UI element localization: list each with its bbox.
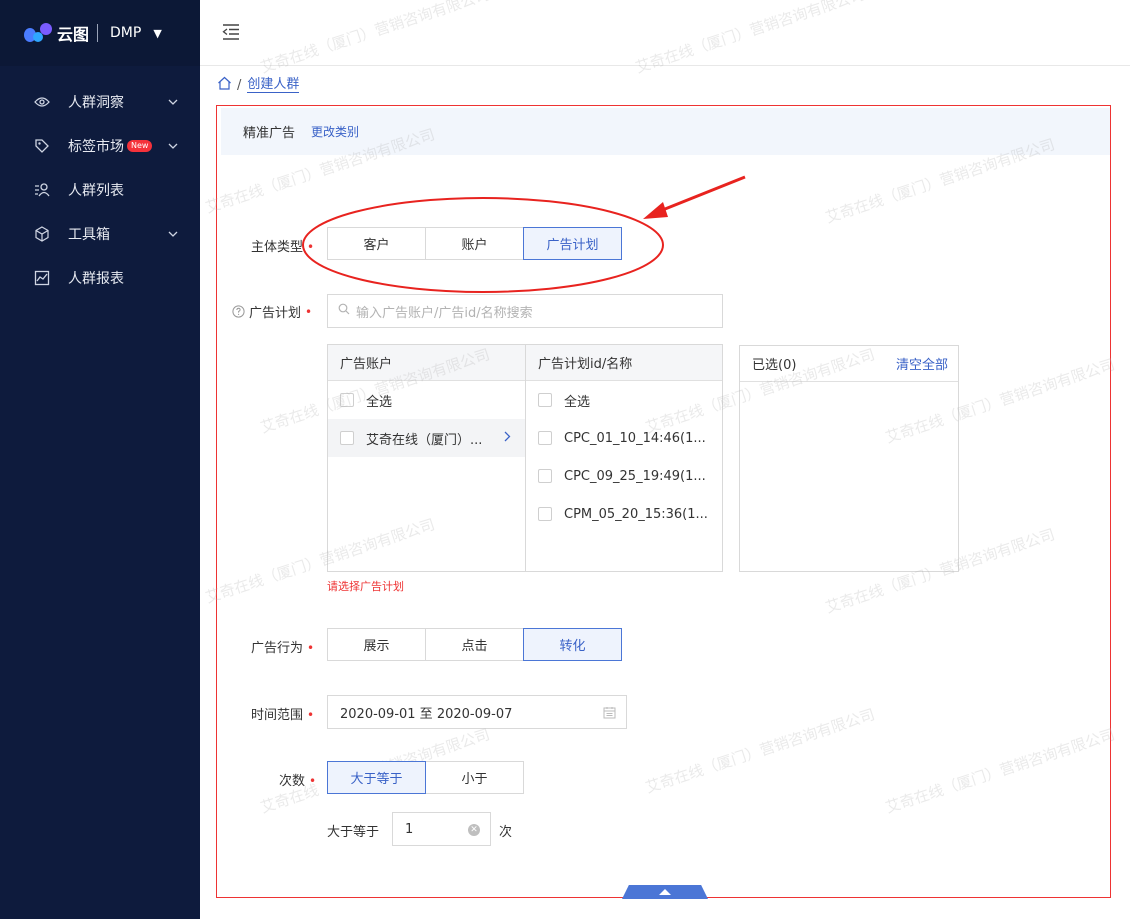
- chevron-down-icon: [168, 94, 178, 110]
- home-icon[interactable]: [217, 76, 232, 94]
- sidebar-item-label: 人群洞察: [68, 95, 124, 111]
- new-badge: New: [127, 140, 153, 152]
- sidebar-item-toolbox[interactable]: 工具箱: [0, 212, 200, 256]
- ad-plan-picker: 广告账户 全选 艾奇在线（厦门）... 广告计划id/名称 全选 CPC_01_…: [327, 344, 723, 572]
- checkbox[interactable]: [538, 393, 552, 407]
- ad-account-column-header: 广告账户: [328, 345, 525, 381]
- logo-divider: [97, 24, 99, 42]
- logo-text: 云图: [57, 25, 90, 44]
- ad-behavior-option-click[interactable]: 点击: [425, 628, 524, 661]
- ad-behavior-option-conversion[interactable]: 转化: [523, 628, 622, 661]
- list-item[interactable]: 艾奇在线（厦门）...: [328, 419, 525, 457]
- top-bar: [200, 0, 1130, 66]
- checkbox[interactable]: [538, 431, 552, 445]
- count-input[interactable]: 1 ✕: [392, 812, 491, 846]
- checkbox[interactable]: [538, 507, 552, 521]
- date-range-value: 2020-09-01 至 2020-09-07: [340, 706, 513, 722]
- ad-behavior-option-impression[interactable]: 展示: [327, 628, 426, 661]
- panel-header: 精准广告 更改类别: [221, 108, 1110, 155]
- chevron-right-icon[interactable]: [504, 431, 511, 446]
- count-value: 1: [405, 821, 414, 837]
- cube-icon: [34, 226, 50, 242]
- ad-plan-label: 广告计划 •: [232, 302, 312, 321]
- sidebar-item-report[interactable]: 人群报表: [0, 256, 200, 300]
- search-icon: [338, 303, 350, 319]
- count-label: 次数 •: [279, 774, 317, 789]
- ad-account-column: 广告账户 全选 艾奇在线（厦门）...: [328, 345, 526, 571]
- collapse-toggle-tab[interactable]: [622, 885, 708, 899]
- count-option-gte[interactable]: 大于等于: [327, 761, 426, 794]
- logo-bar[interactable]: 云图 DMP ▼: [0, 0, 200, 66]
- checkbox[interactable]: [340, 393, 354, 407]
- logo-icon: [24, 22, 54, 44]
- breadcrumb: / 创建人群: [217, 76, 300, 94]
- chart-icon: [34, 270, 50, 286]
- ad-behavior-segment: 展示 点击 转化: [327, 628, 622, 661]
- caret-up-icon: [659, 889, 671, 895]
- subject-type-option-account[interactable]: 账户: [425, 227, 524, 260]
- people-list-icon: [34, 182, 50, 198]
- date-range-picker[interactable]: 2020-09-01 至 2020-09-07: [327, 695, 627, 729]
- clear-input-icon[interactable]: ✕: [468, 824, 480, 836]
- sidebar-item-tag-market[interactable]: 标签市场 New: [0, 124, 200, 168]
- count-suffix-label: 次: [499, 825, 513, 840]
- sidebar-nav: 人群洞察 标签市场 New 人群列表 工具箱 人群报表: [0, 80, 200, 300]
- list-item[interactable]: CPC_01_10_14:46(1...: [526, 419, 722, 457]
- caret-down-icon[interactable]: ▼: [153, 27, 161, 40]
- subject-type-option-ad-plan[interactable]: 广告计划: [523, 227, 622, 260]
- count-prefix-label: 大于等于: [327, 825, 380, 840]
- ad-plan-search-input[interactable]: 输入广告账户/广告id/名称搜索: [327, 294, 723, 328]
- calendar-icon: [603, 706, 616, 723]
- count-option-lt[interactable]: 小于: [425, 761, 524, 794]
- chevron-down-icon: [168, 138, 178, 154]
- checkbox[interactable]: [340, 431, 354, 445]
- clear-all-link[interactable]: 清空全部: [896, 354, 948, 373]
- sidebar-item-label: 人群报表: [68, 271, 124, 287]
- eye-icon: [34, 94, 50, 110]
- sidebar-item-label: 工具箱: [68, 227, 110, 243]
- subject-type-segment: 客户 账户 广告计划: [327, 227, 622, 260]
- product-name: DMP: [110, 25, 142, 41]
- list-item[interactable]: CPC_09_25_19:49(1...: [526, 457, 722, 495]
- ad-plan-column: 广告计划id/名称 全选 CPC_01_10_14:46(1... CPC_09…: [526, 345, 722, 571]
- ad-plan-error: 请选择广告计划: [327, 580, 404, 593]
- breadcrumb-separator: /: [237, 77, 242, 93]
- ad-plan-column-header: 广告计划id/名称: [526, 345, 722, 381]
- subject-type-label: 主体类型 •: [251, 240, 315, 255]
- menu-collapse-icon[interactable]: [222, 24, 240, 44]
- list-item[interactable]: 全选: [526, 381, 722, 419]
- sidebar-item-label: 人群列表: [68, 183, 124, 199]
- subject-type-option-customer[interactable]: 客户: [327, 227, 426, 260]
- search-placeholder: 输入广告账户/广告id/名称搜索: [356, 305, 533, 321]
- list-item[interactable]: CPM_05_20_15:36(1...: [526, 495, 722, 533]
- sidebar: 云图 DMP ▼ 人群洞察 标签市场 New 人群列表 工具箱 人群报表: [0, 0, 200, 919]
- ad-behavior-label: 广告行为 •: [251, 641, 315, 656]
- breadcrumb-current[interactable]: 创建人群: [247, 77, 300, 93]
- sidebar-item-label: 标签市场: [68, 139, 124, 155]
- tag-icon: [34, 138, 50, 154]
- selected-header: 已选(0) 清空全部: [740, 346, 958, 382]
- selected-count: 已选(0): [752, 358, 797, 373]
- selected-items-box: 已选(0) 清空全部: [739, 345, 959, 572]
- time-range-label: 时间范围 •: [251, 708, 315, 723]
- sidebar-item-insight[interactable]: 人群洞察: [0, 80, 200, 124]
- list-item[interactable]: 全选: [328, 381, 525, 419]
- checkbox[interactable]: [538, 469, 552, 483]
- sidebar-item-crowd-list[interactable]: 人群列表: [0, 168, 200, 212]
- change-category-link[interactable]: 更改类别: [311, 123, 359, 140]
- panel-type-label: 精准广告: [243, 126, 296, 141]
- chevron-down-icon: [168, 226, 178, 242]
- count-compare-segment: 大于等于 小于: [327, 761, 524, 794]
- help-circle-icon[interactable]: [232, 305, 245, 318]
